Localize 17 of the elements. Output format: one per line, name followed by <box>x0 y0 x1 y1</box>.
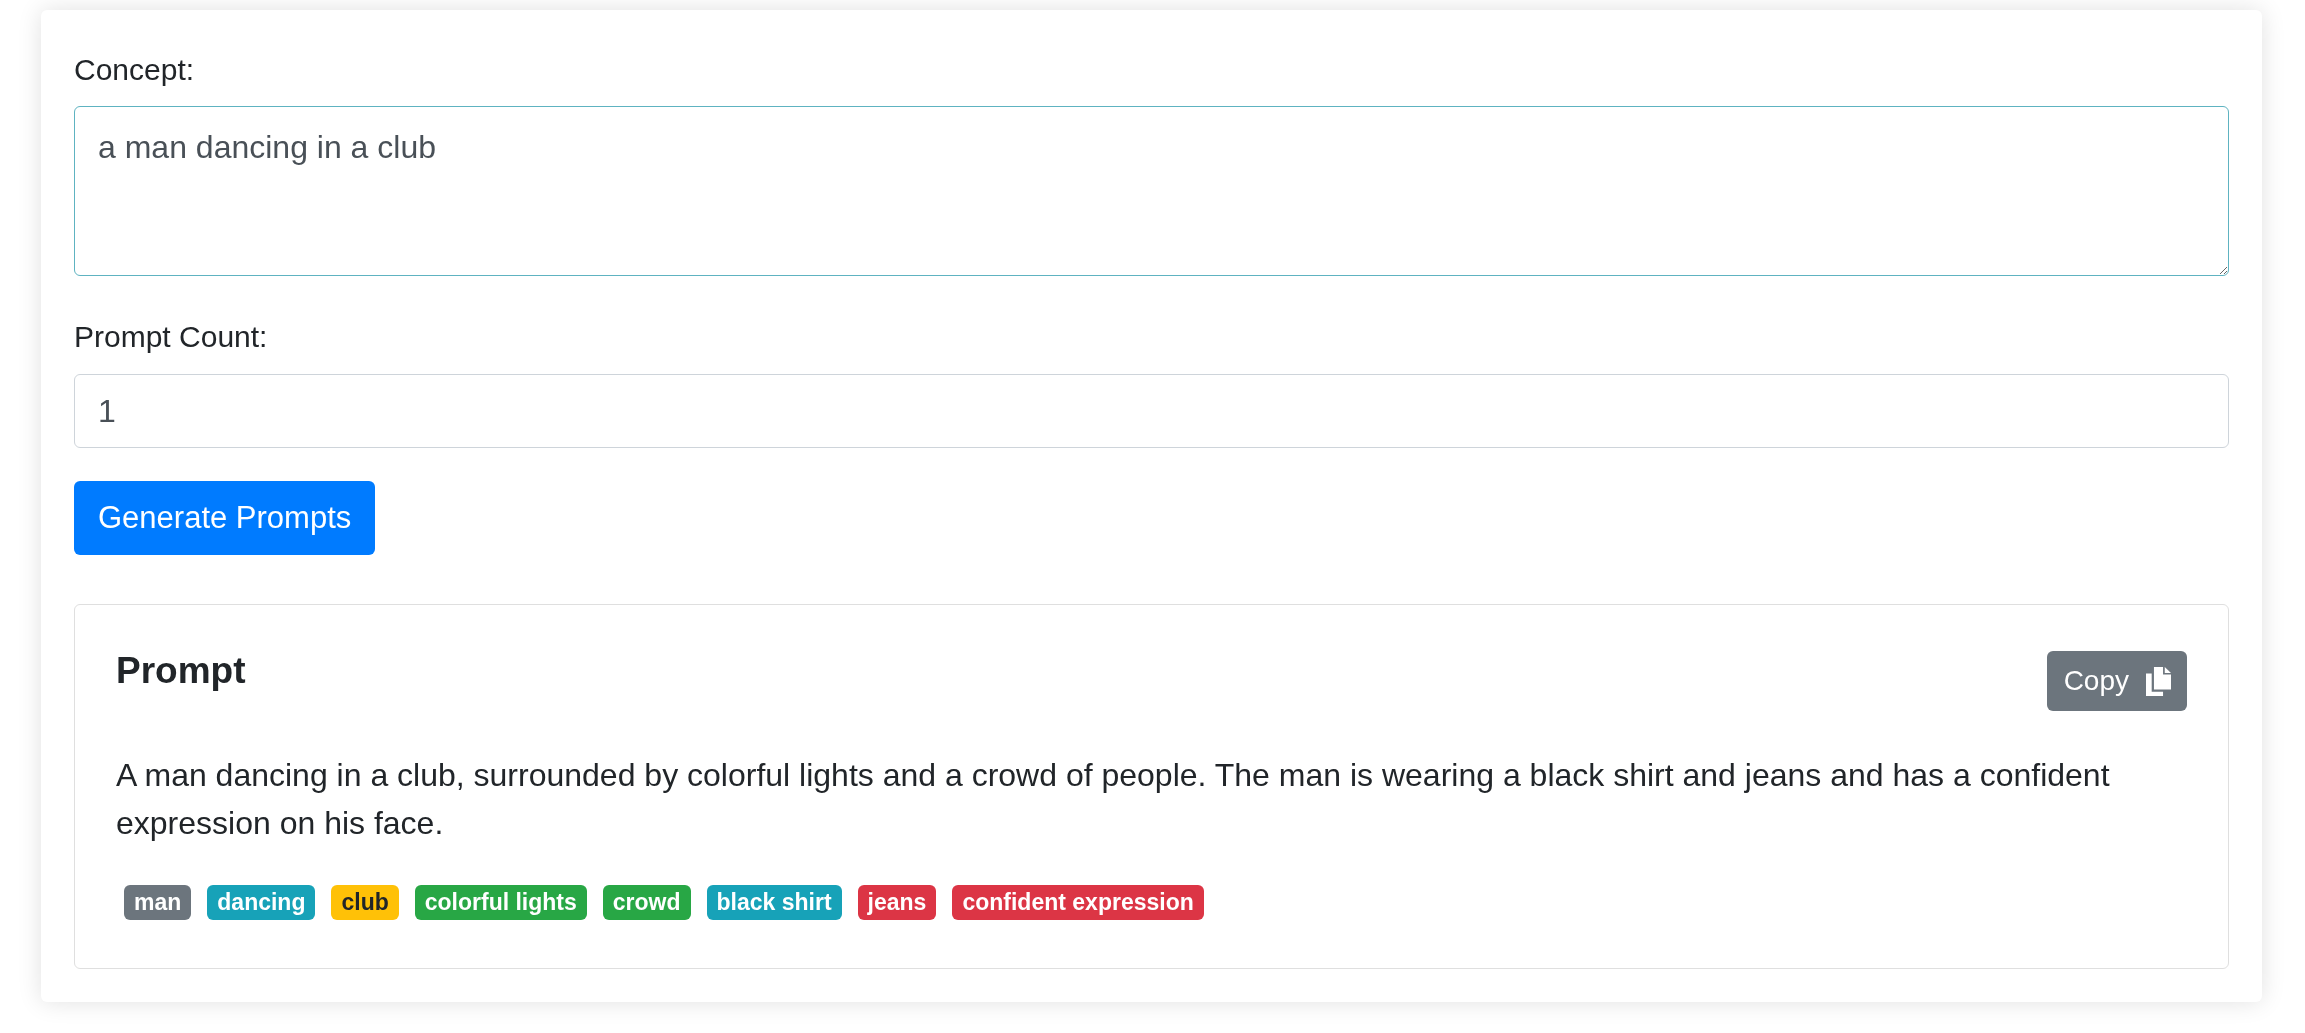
generate-prompts-button[interactable]: Generate Prompts <box>74 481 376 555</box>
tag: black shirt <box>706 885 842 920</box>
tag: confident expression <box>952 885 1204 920</box>
tag: crowd <box>602 885 691 920</box>
prompt-count-label: Prompt Count: <box>74 319 268 355</box>
tag: club <box>331 885 399 920</box>
prompt-title: Prompt <box>116 649 246 693</box>
tag: colorful lights <box>414 885 587 920</box>
tag: dancing <box>207 885 316 920</box>
prompt-count-field[interactable]: 1 <box>74 374 2229 448</box>
tag: man <box>124 885 192 920</box>
concept-field[interactable]: a man dancing in a club <box>74 106 2229 276</box>
copy-button[interactable]: Copy <box>2046 651 2187 711</box>
tag: jeans <box>857 885 937 920</box>
prompt-text: A man dancing in a club, surrounded by colorful lights and a crowd of people. The man is wearing a black shirt and jeans and has a confident expression on his face. <box>116 756 2111 843</box>
concept-label: Concept: <box>74 52 195 88</box>
copy-icon <box>2146 666 2171 696</box>
